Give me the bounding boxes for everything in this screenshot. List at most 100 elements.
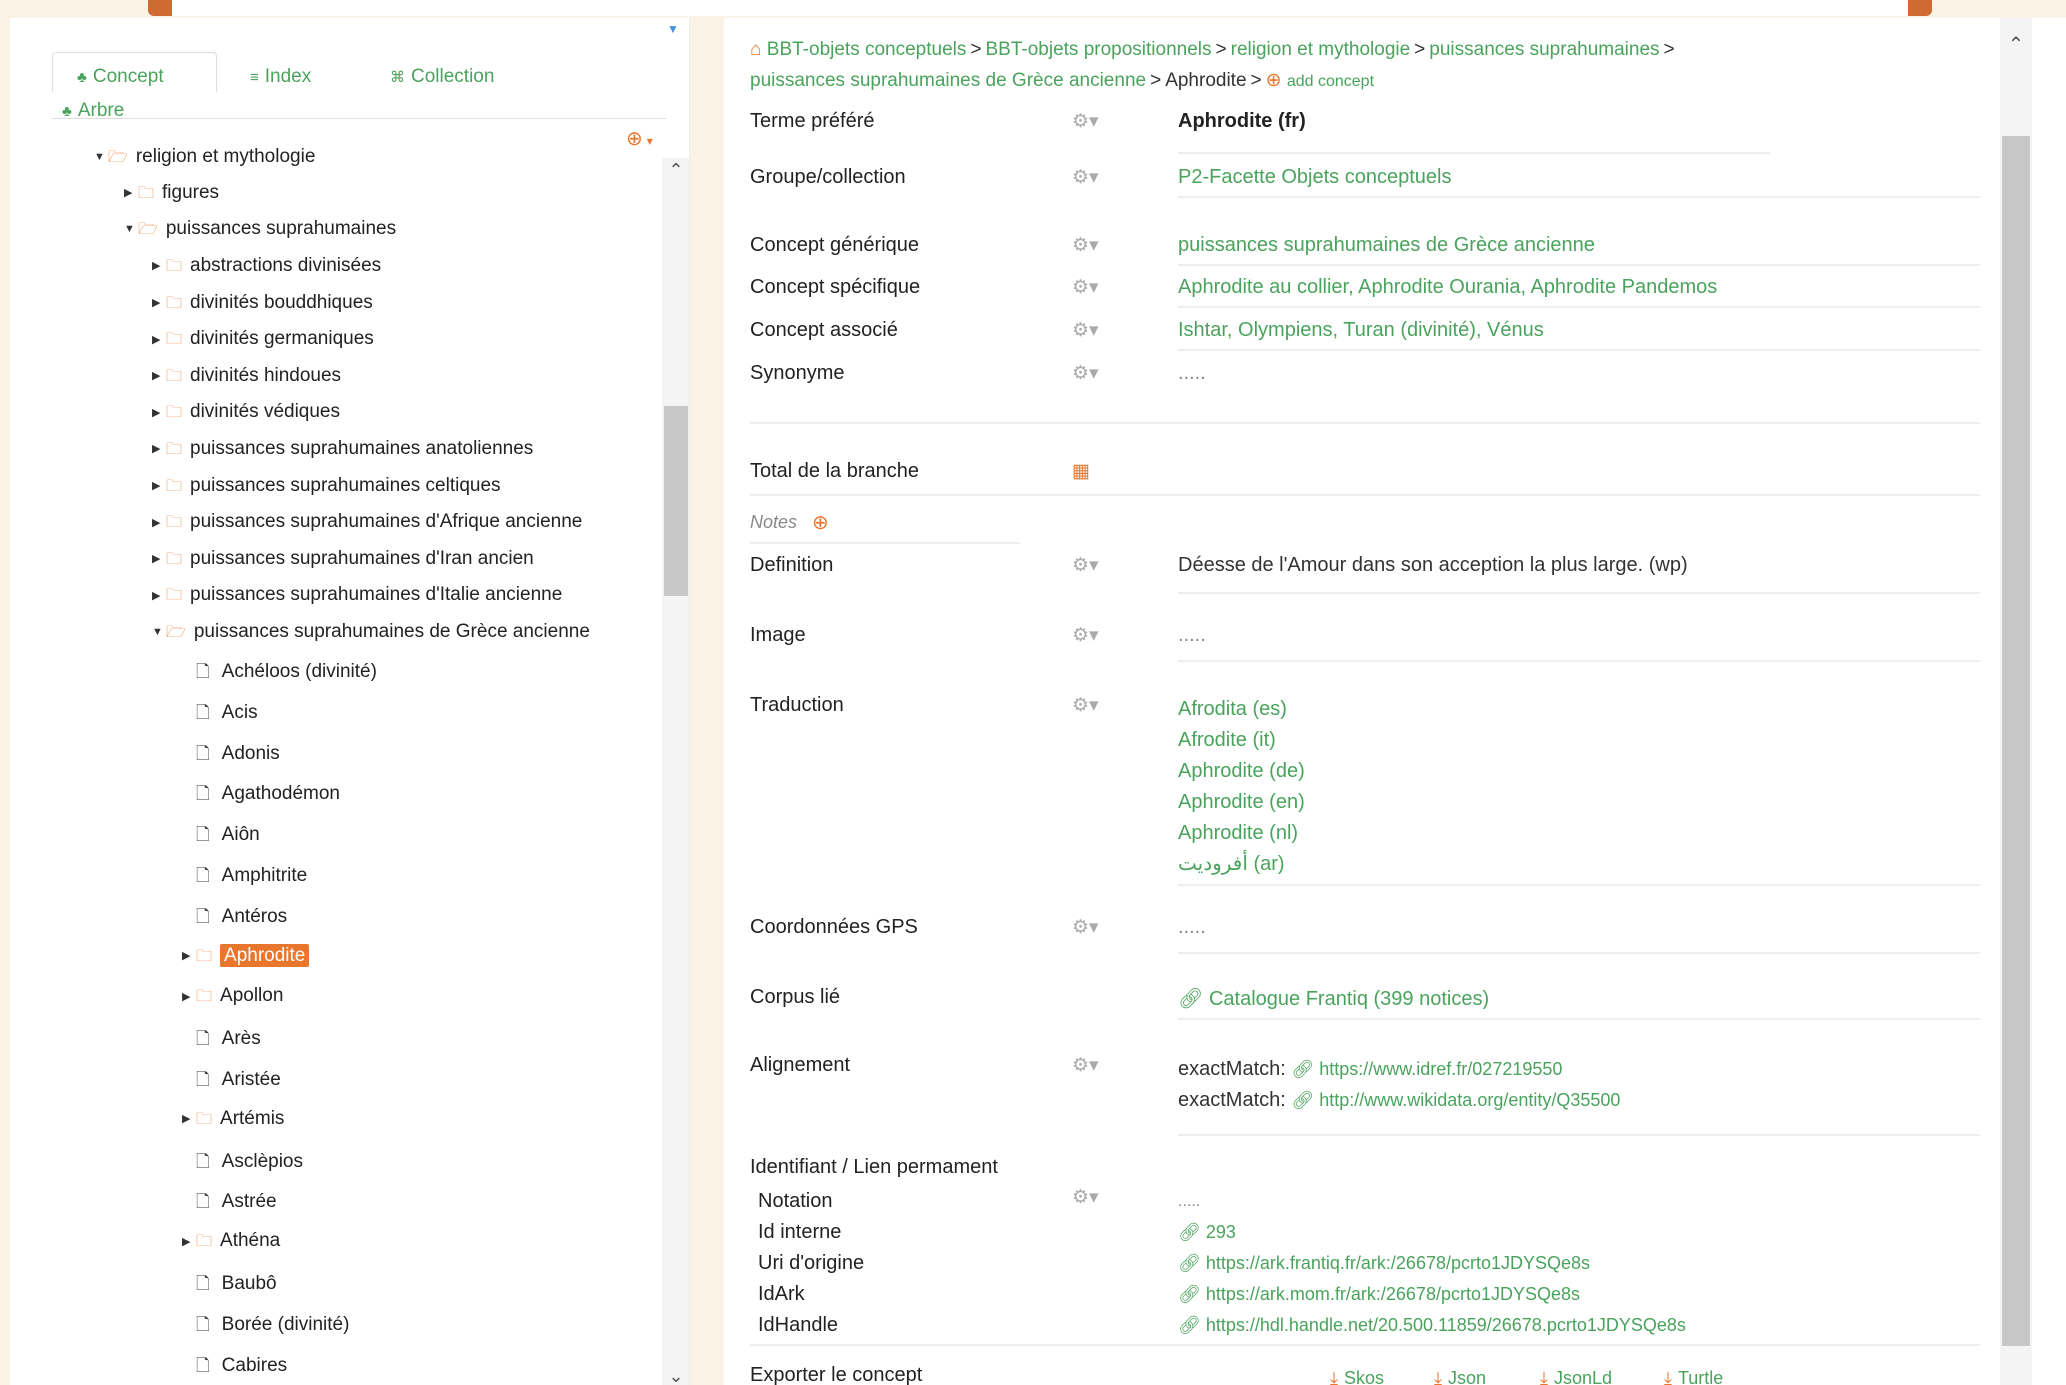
- translation-link[interactable]: Aphrodite (de): [1178, 756, 1305, 787]
- gear-icon[interactable]: ⚙▾: [1072, 319, 1099, 342]
- tab-concept[interactable]: ♣ Concept: [52, 52, 217, 92]
- narrower-concepts[interactable]: Aphrodite au collier, Aphrodite Ourania,…: [1178, 276, 1717, 299]
- tree-node[interactable]: 🗋 Arès: [182, 1026, 261, 1055]
- caret-right-icon[interactable]: ▶: [182, 1235, 196, 1248]
- caret-right-icon[interactable]: ▶: [152, 333, 166, 346]
- tree-node[interactable]: 🗋 Asclèpios: [182, 1149, 303, 1178]
- export-skos-button[interactable]: ⤓ Skos: [1330, 1368, 1384, 1385]
- tree-node[interactable]: ▶ 🗀 puissances suprahumaines celtiques: [152, 475, 501, 502]
- caret-right-icon[interactable]: ▶: [152, 296, 166, 309]
- tree-node[interactable]: ▶ 🗀 divinités hindoues: [152, 365, 341, 392]
- tree-node[interactable]: 🗋 Astrée: [182, 1189, 277, 1218]
- tree-node-selected[interactable]: ▶ 🗀 Aphrodite: [182, 943, 310, 972]
- broader-concept-link[interactable]: puissances suprahumaines de Grèce ancien…: [1178, 234, 1595, 257]
- translation-link[interactable]: Afrodita (es): [1178, 694, 1305, 725]
- add-tree-button[interactable]: ⊕ ▾: [626, 126, 653, 151]
- export-json-button[interactable]: ⤓ Json: [1434, 1368, 1486, 1385]
- tree-node[interactable]: ▶ 🗀 divinités védiques: [152, 401, 340, 428]
- scroll-up-icon[interactable]: ⌃: [662, 160, 689, 181]
- tree-node[interactable]: 🗋 Baubô: [182, 1271, 277, 1300]
- translation-link[interactable]: أفروديت (ar): [1178, 849, 1305, 880]
- tree-node[interactable]: 🗋 Achéloos (divinité): [182, 659, 377, 688]
- home-icon[interactable]: ⌂: [750, 39, 761, 60]
- tree-node[interactable]: ▶ 🗀 divinités germaniques: [152, 328, 374, 355]
- caret-right-icon[interactable]: ▶: [182, 949, 196, 962]
- caret-right-icon[interactable]: ▶: [124, 186, 138, 199]
- caret-right-icon[interactable]: ▶: [152, 589, 166, 602]
- tree-node[interactable]: 🗋 Borée (divinité): [182, 1312, 349, 1341]
- gear-icon[interactable]: ⚙▾: [1072, 166, 1099, 189]
- related-concepts[interactable]: Ishtar, Olympiens, Turan (divinité), Vén…: [1178, 319, 1544, 342]
- caret-right-icon[interactable]: ▶: [152, 552, 166, 565]
- add-note-icon[interactable]: ⊕: [812, 510, 829, 535]
- tree-node[interactable]: ▶ 🗀 Apollon: [182, 985, 283, 1012]
- tree-node[interactable]: 🗋 Adonis: [182, 741, 280, 770]
- caret-down-icon[interactable]: ▼: [152, 626, 166, 638]
- tree-node[interactable]: ▶ 🗀 divinités bouddhiques: [152, 292, 373, 319]
- calculator-icon[interactable]: ▦: [1072, 460, 1090, 483]
- caret-right-icon[interactable]: ▶: [182, 990, 196, 1003]
- tree-node[interactable]: 🗋 Aiôn: [182, 822, 260, 851]
- gear-icon[interactable]: ⚙▾: [1072, 694, 1099, 717]
- tree-scrollbar-thumb[interactable]: [664, 406, 688, 596]
- gear-icon[interactable]: ⚙▾: [1072, 362, 1099, 385]
- idark-link[interactable]: 🔗︎ https://ark.mom.fr/ark:/26678/pcrto1J…: [1178, 1279, 1686, 1310]
- panel-collapse-icon[interactable]: ▼: [667, 22, 679, 36]
- tab-collection[interactable]: ⌘ Collection: [390, 66, 494, 88]
- gear-icon[interactable]: ⚙▾: [1072, 624, 1099, 647]
- alignment-link[interactable]: 🔗︎ http://www.wikidata.org/entity/Q35500: [1291, 1090, 1620, 1110]
- tree-node[interactable]: ▶ 🗀 figures: [124, 182, 219, 209]
- tab-index[interactable]: ≡ Index: [250, 66, 311, 88]
- caret-down-icon[interactable]: ▼: [124, 223, 138, 235]
- idhandle-link[interactable]: 🔗︎ https://hdl.handle.net/20.500.11859/2…: [1178, 1310, 1686, 1341]
- tree-node[interactable]: ▶ 🗀 puissances suprahumaines d'Afrique anc…: [152, 511, 582, 538]
- caret-right-icon[interactable]: ▶: [182, 1112, 196, 1125]
- scroll-up-icon[interactable]: ⌃: [2000, 32, 2032, 57]
- breadcrumb-item[interactable]: BBT-objets conceptuels: [767, 39, 967, 60]
- caret-right-icon[interactable]: ▶: [152, 369, 166, 382]
- uri-link[interactable]: 🔗︎ https://ark.frantiq.fr/ark:/26678/pcr…: [1178, 1248, 1686, 1279]
- detail-scrollbar[interactable]: ⌃: [2000, 18, 2032, 1385]
- breadcrumb-item[interactable]: puissances suprahumaines de Grèce ancien…: [750, 70, 1146, 91]
- caret-right-icon[interactable]: ▶: [152, 406, 166, 419]
- tree-node[interactable]: 🗋 Agathodémon: [182, 781, 340, 810]
- tree-node[interactable]: 🗋 Antéros: [182, 904, 287, 933]
- tree-node[interactable]: ▶ 🗀 puissances suprahumaines d'Italie anci…: [152, 584, 562, 611]
- translation-link[interactable]: Afrodite (it): [1178, 725, 1305, 756]
- tree-node[interactable]: 🗋 Aristée: [182, 1067, 281, 1096]
- caret-right-icon[interactable]: ▶: [152, 479, 166, 492]
- caret-right-icon[interactable]: ▶: [152, 516, 166, 529]
- gear-icon[interactable]: ⚙▾: [1072, 276, 1099, 299]
- gear-icon[interactable]: ⚙▾: [1072, 554, 1099, 577]
- tree-node[interactable]: ▼ 🗁 puissances suprahumaines: [124, 218, 396, 245]
- tree-node[interactable]: 🗋 Cabires: [182, 1353, 287, 1382]
- gear-icon[interactable]: ⚙▾: [1072, 234, 1099, 257]
- scroll-down-icon[interactable]: ⌄: [662, 1366, 689, 1385]
- detail-scrollbar-thumb[interactable]: [2002, 136, 2030, 1346]
- export-jsonld-button[interactable]: ⤓ JsonLd: [1540, 1368, 1612, 1385]
- export-turtle-button[interactable]: ⤓ Turtle: [1664, 1368, 1723, 1385]
- breadcrumb-item[interactable]: religion et mythologie: [1231, 39, 1411, 60]
- alignment-link[interactable]: 🔗︎ https://www.idref.fr/027219550: [1291, 1059, 1562, 1079]
- caret-right-icon[interactable]: ▶: [152, 442, 166, 455]
- add-concept-link[interactable]: add concept: [1287, 73, 1374, 90]
- tree-node[interactable]: ▼ 🗁 puissances suprahumaines de Grèce anci…: [152, 621, 590, 648]
- tree-node-root[interactable]: ▼ 🗁 religion et mythologie: [94, 146, 315, 173]
- gear-icon[interactable]: ⚙▾: [1072, 110, 1099, 133]
- tree-node[interactable]: ▶ 🗀 puissances suprahumaines d'Iran ancien: [152, 548, 534, 575]
- breadcrumb-item[interactable]: BBT-objets propositionnels: [986, 39, 1212, 60]
- group-link[interactable]: P2-Facette Objets conceptuels: [1178, 166, 1451, 189]
- translation-link[interactable]: Aphrodite (en): [1178, 787, 1305, 818]
- caret-right-icon[interactable]: ▶: [152, 259, 166, 272]
- tree-node[interactable]: ▶ 🗀 abstractions divinisées: [152, 255, 381, 282]
- gear-icon[interactable]: ⚙▾: [1072, 916, 1099, 939]
- tree-node[interactable]: 🗋 Amphitrite: [182, 863, 307, 892]
- translation-link[interactable]: Aphrodite (nl): [1178, 818, 1305, 849]
- gear-icon[interactable]: ⚙▾: [1072, 1054, 1099, 1077]
- gear-icon[interactable]: ⚙▾: [1072, 1186, 1099, 1209]
- id-interne-link[interactable]: 🔗︎ 293: [1178, 1217, 1686, 1248]
- breadcrumb-item[interactable]: puissances suprahumaines: [1429, 39, 1659, 60]
- add-concept-icon[interactable]: ⊕: [1266, 70, 1282, 91]
- corpus-link[interactable]: 🔗︎ Catalogue Frantiq (399 notices): [1178, 986, 1489, 1011]
- tree-node[interactable]: ▶ 🗀 Artémis: [182, 1108, 284, 1135]
